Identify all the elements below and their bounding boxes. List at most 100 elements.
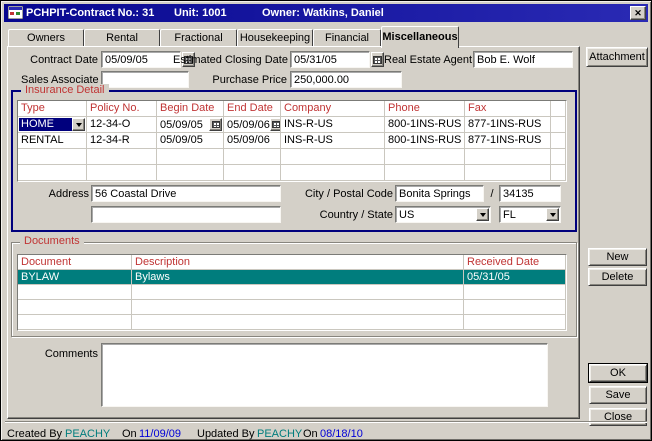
window-title: PCHPIT-Contract No.: 31 (26, 7, 154, 19)
country-state-label: Country / State (299, 209, 393, 221)
purchase-price-input[interactable] (290, 71, 402, 88)
end-date-cell[interactable]: 05/09/06 (224, 117, 281, 133)
address-line2-input[interactable] (91, 206, 281, 223)
city-postal-label: City / Postal Code (299, 188, 393, 200)
insurance-grid: Type Policy No. Begin Date End Date Comp… (17, 100, 567, 182)
city-postal-separator: / (488, 188, 496, 200)
insurance-detail-title: Insurance Detail (21, 84, 109, 96)
document-cell[interactable]: BYLAW (18, 270, 132, 285)
real-estate-agent-input[interactable] (473, 51, 573, 68)
phone-cell[interactable]: 800-1INS-RUS (385, 117, 465, 133)
country-dropdown-button[interactable] (476, 208, 489, 221)
status-divider (5, 421, 647, 423)
close-button[interactable]: Close (589, 408, 647, 426)
column-header-begin-date: Begin Date (157, 101, 224, 117)
updated-on-label: On (303, 428, 318, 440)
country-value: US (399, 209, 476, 221)
state-value: FL (503, 209, 546, 221)
documents-row-empty[interactable] (18, 285, 566, 300)
insurance-grid-header: Type Policy No. Begin Date End Date Comp… (18, 101, 566, 117)
chevron-down-icon (76, 123, 82, 130)
updated-by-value: PEACHY (257, 428, 302, 440)
filler-cell (551, 133, 566, 149)
tab-financial[interactable]: Financial (313, 29, 381, 47)
state-dropdown-button[interactable] (546, 208, 559, 221)
documents-row-empty[interactable] (18, 300, 566, 315)
window-unit: Unit: 1001 (174, 7, 227, 19)
column-header-phone: Phone (385, 101, 465, 117)
column-header-company: Company (281, 101, 385, 117)
type-cell[interactable]: HOME (18, 117, 87, 133)
documents-grid: Document Description Received Date BYLAW… (17, 254, 567, 331)
contract-window: PCHPIT-Contract No.: 31 Unit: 1001 Owner… (0, 0, 652, 441)
begin-date-cell[interactable]: 05/09/05 (157, 133, 224, 149)
real-estate-agent-label: Real Estate Agent (384, 54, 470, 66)
postal-code-input[interactable] (499, 185, 561, 202)
column-header-policy-no: Policy No. (87, 101, 157, 117)
app-icon (8, 6, 23, 19)
documents-row-empty[interactable] (18, 315, 566, 330)
column-header-fax: Fax (465, 101, 551, 117)
type-dropdown-button[interactable] (72, 118, 85, 131)
comments-label: Comments (43, 348, 98, 360)
type-cell-selected-text: HOME (19, 118, 72, 131)
filler-cell (551, 117, 566, 133)
end-date-calendar-button[interactable] (270, 118, 281, 131)
updated-by-label: Updated By (197, 428, 254, 440)
documents-title: Documents (20, 235, 84, 247)
new-button[interactable]: New (588, 248, 647, 266)
delete-button[interactable]: Delete (588, 268, 647, 286)
estimated-closing-date-input[interactable] (290, 51, 370, 68)
column-header-description: Description (132, 255, 464, 270)
insurance-row-empty[interactable] (18, 165, 566, 181)
tab-miscellaneous[interactable]: Miscellaneous (381, 26, 459, 48)
company-cell[interactable]: INS-R-US (281, 117, 385, 133)
created-by-value: PEACHY (65, 428, 110, 440)
type-cell[interactable]: RENTAL (18, 133, 87, 149)
column-header-received-date: Received Date (464, 255, 566, 270)
insurance-row-empty[interactable] (18, 149, 566, 165)
insurance-row-home: HOME 12-34-O 05/09/05 05/09/06 INS-R-US … (18, 117, 566, 133)
calendar-icon (373, 56, 382, 64)
titlebar[interactable]: PCHPIT-Contract No.: 31 Unit: 1001 Owner… (4, 4, 648, 22)
begin-date-cell[interactable]: 05/09/05 (157, 117, 224, 133)
country-combobox[interactable]: US (395, 206, 491, 223)
ok-button[interactable]: OK (589, 364, 647, 382)
window-owner: Owner: Watkins, Daniel (262, 7, 384, 19)
tab-fractional[interactable]: Fractional (160, 29, 237, 47)
save-button[interactable]: Save (589, 386, 647, 404)
city-input[interactable] (395, 185, 484, 202)
calendar-icon (212, 121, 220, 128)
address-input[interactable] (91, 185, 281, 202)
column-header-document: Document (18, 255, 132, 270)
fax-cell[interactable]: 877-1INS-RUS (465, 117, 551, 133)
begin-date-calendar-button[interactable] (209, 118, 222, 131)
contract-date-input[interactable] (101, 51, 181, 68)
tab-strip: Owners Rental Fractional Housekeeping Fi… (8, 26, 459, 48)
insurance-row-rental: RENTAL 12-34-R 05/09/05 05/09/06 INS-R-U… (18, 133, 566, 149)
company-cell[interactable]: INS-R-US (281, 133, 385, 149)
end-date-cell[interactable]: 05/09/06 (224, 133, 281, 149)
tab-housekeeping[interactable]: Housekeeping (237, 29, 313, 47)
policy-no-cell[interactable]: 12-34-O (87, 117, 157, 133)
description-cell[interactable]: Bylaws (132, 270, 464, 285)
created-by-label: Created By (7, 428, 62, 440)
contract-date-label: Contract Date (21, 54, 98, 66)
close-window-button[interactable]: ✕ (630, 6, 646, 20)
column-header-filler (551, 101, 566, 117)
fax-cell[interactable]: 877-1INS-RUS (465, 133, 551, 149)
received-date-cell[interactable]: 05/31/05 (464, 270, 566, 285)
attachment-button[interactable]: Attachment (586, 47, 648, 67)
tab-rental[interactable]: Rental (84, 29, 160, 47)
estimated-closing-date-label: Estimated Closing Date (173, 54, 287, 66)
policy-no-cell[interactable]: 12-34-R (87, 133, 157, 149)
chevron-down-icon (480, 213, 486, 220)
state-combobox[interactable]: FL (499, 206, 561, 223)
phone-cell[interactable]: 800-1INS-RUS (385, 133, 465, 149)
chevron-down-icon (550, 213, 556, 220)
tab-owners[interactable]: Owners (8, 29, 84, 47)
estimated-closing-date-calendar-button[interactable] (371, 52, 384, 67)
documents-row-bylaw[interactable]: BYLAW Bylaws 05/31/05 (18, 270, 566, 285)
created-on-label: On (122, 428, 137, 440)
comments-textarea[interactable] (101, 343, 548, 407)
